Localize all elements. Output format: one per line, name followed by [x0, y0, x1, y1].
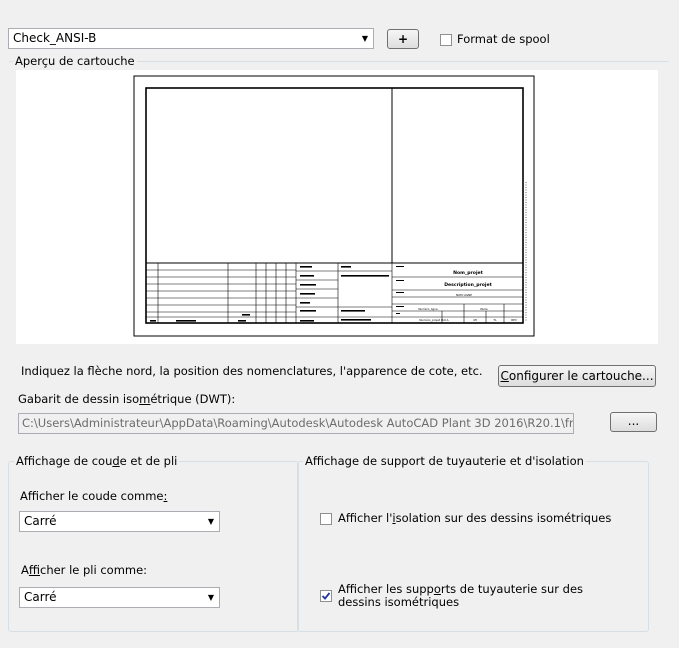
- elbow-label-mnemonic: :: [163, 489, 168, 503]
- dwt-label-pre: Gabarit de dessin iso: [18, 392, 140, 406]
- dwt-path-value: C:\Users\Administrateur\AppData\Roaming\…: [22, 416, 574, 430]
- configure-button-label: onfigurer le cartouche...: [508, 369, 654, 383]
- chevron-down-icon: ▼: [207, 517, 214, 526]
- bend-label-pre: A: [21, 563, 29, 577]
- dwt-label-post: étrique (DWT):: [150, 392, 236, 406]
- elbow-display-value: Carré: [24, 514, 57, 528]
- dwt-browse-button[interactable]: ...: [610, 412, 657, 432]
- elbow-display-label: Afficher le coude comme:: [20, 489, 167, 503]
- preview-group-title: Aperçu de cartouche: [13, 54, 137, 68]
- bend-display-label: Afficher le pli comme:: [21, 563, 147, 577]
- configure-title-block-button[interactable]: Configurer le cartouche...: [498, 365, 656, 387]
- add-template-button[interactable]: +: [387, 29, 419, 49]
- elbow-group-title-mnemonic: d: [112, 454, 120, 468]
- bend-display-combo[interactable]: Carré ▼: [19, 587, 220, 608]
- pipe-supports-label: Afficher les supports de tuyauterie sur …: [338, 583, 588, 609]
- checkmark-icon: [321, 592, 331, 600]
- title-block-drawing-number: Numéro_projet ISO A: [419, 318, 448, 322]
- supports-label-pre: Afficher les supp: [338, 582, 434, 596]
- spool-format-label: Format de spool: [457, 32, 550, 46]
- bend-label-mnemonic: f: [28, 563, 40, 577]
- insulation-checkbox[interactable]: [320, 513, 332, 525]
- support-insulation-group-title: Affichage de support de tuyauterie et d'…: [303, 454, 586, 468]
- configure-hint: Indiquez la flèche nord, la position des…: [21, 364, 483, 378]
- configure-button-mnemonic: C: [500, 369, 509, 383]
- dwt-path-field[interactable]: C:\Users\Administrateur\AppData\Roaming\…: [18, 413, 574, 434]
- title-block-scale: Nulle: [480, 307, 487, 311]
- insulation-label-post: solation sur des dessins isométriques: [395, 511, 612, 525]
- supports-label-mnemonic: o: [433, 582, 441, 596]
- bend-display-value: Carré: [24, 590, 57, 604]
- insulation-label: Afficher l'isolation sur des dessins iso…: [338, 511, 611, 525]
- title-block-preview: Nom_projet Description_projet NOM LIGNE …: [16, 70, 658, 344]
- elbow-display-combo[interactable]: Carré ▼: [19, 511, 220, 532]
- title-block-project-name: Nom_projet: [453, 270, 483, 276]
- title-block-drawing: Nom_projet Description_projet NOM LIGNE …: [133, 75, 535, 337]
- title-block-rev: REV: [511, 318, 517, 322]
- dwt-label-mnemonic: m: [139, 392, 151, 406]
- dwt-label: Gabarit de dessin isométrique (DWT):: [18, 392, 235, 406]
- elbow-group-title-post: e et de pli: [119, 454, 178, 468]
- elbow-label-pre: Afficher le coude comme: [20, 489, 164, 503]
- pipe-supports-checkbox[interactable]: [320, 590, 332, 602]
- template-combo-value: Check_ANSI-B: [13, 31, 97, 45]
- chevron-down-icon: ▼: [361, 34, 368, 43]
- title-block-sheet: 4H: [473, 318, 477, 322]
- elbow-bend-group-title: Affichage de coude et de pli: [14, 454, 180, 468]
- spool-format-checkbox[interactable]: [440, 34, 452, 46]
- template-combo[interactable]: Check_ANSI-B ▼: [8, 28, 374, 49]
- add-template-label: +: [397, 32, 409, 46]
- bend-label-post: ficher le pli comme:: [40, 563, 148, 577]
- title-block-line-number: Numéro_ligne: [418, 307, 438, 311]
- elbow-group-title-pre: Affichage de cou: [16, 454, 113, 468]
- title-block-project-desc: Description_projet: [444, 282, 492, 288]
- title-block-line-name: NOM LIGNE: [456, 293, 472, 297]
- chevron-down-icon: ▼: [207, 593, 214, 602]
- dwt-browse-label: ...: [627, 414, 640, 428]
- insulation-label-pre: Afficher l': [338, 511, 393, 525]
- title-block-total: TL: [492, 318, 497, 322]
